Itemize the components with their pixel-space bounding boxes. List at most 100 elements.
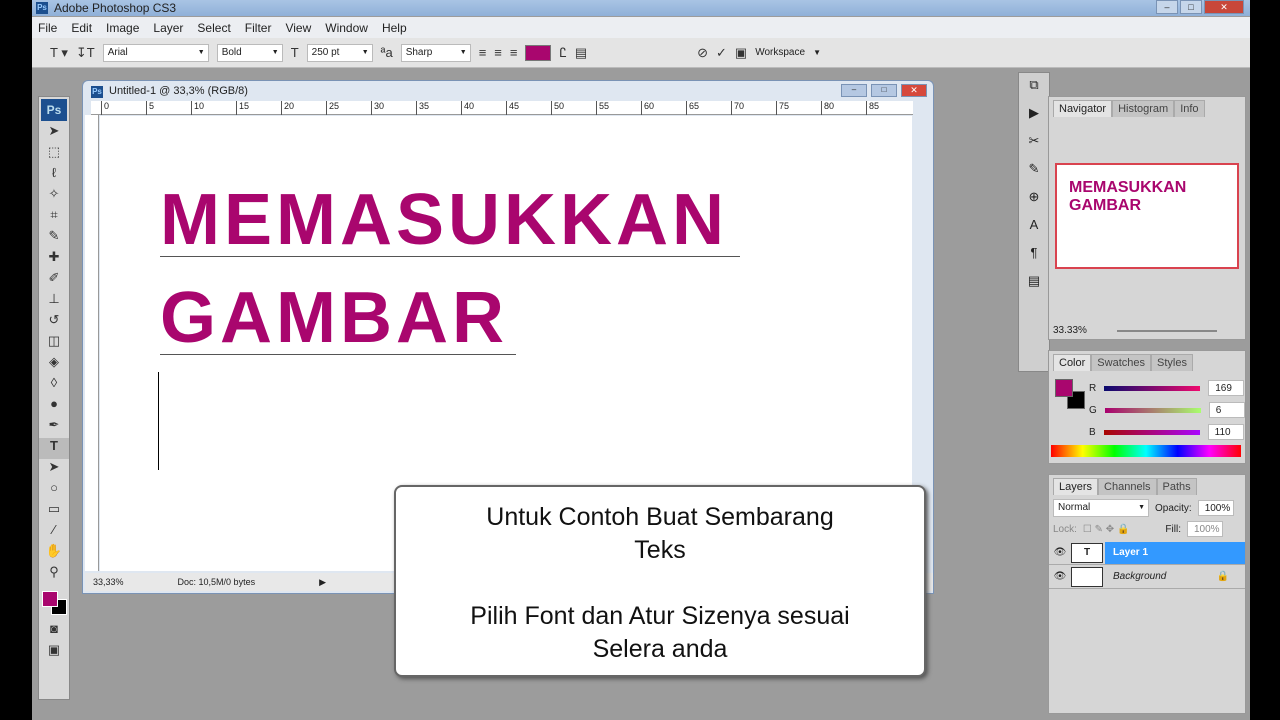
canvas-text-line1[interactable]: MEMASUKKAN — [160, 184, 740, 257]
menu-file[interactable]: File — [38, 21, 57, 35]
text-color-swatch[interactable] — [525, 44, 552, 61]
caption-line2: Pilih Font dan Atur Sizenya sesuai Seler… — [470, 602, 850, 663]
notes-tool-icon[interactable]: ▭ — [39, 501, 69, 522]
menu-select[interactable]: Select — [197, 21, 230, 35]
slice-tool-icon[interactable]: ✎ — [39, 228, 69, 249]
tab-channels[interactable]: Channels — [1098, 478, 1157, 495]
cancel-icon[interactable]: ⊘ — [697, 45, 708, 61]
marquee-tool-icon[interactable]: ⬚ — [39, 144, 69, 165]
character-panel-icon[interactable]: ▤ — [575, 45, 587, 61]
align-left-icon[interactable]: ≡ — [479, 45, 487, 60]
blue-slider[interactable] — [1103, 429, 1200, 435]
tool-presets-icon[interactable]: ✂ — [1019, 133, 1049, 157]
navigator-preview[interactable]: MEMASUKKAN GAMBAR — [1055, 163, 1239, 269]
toolbox: Ps ➤ ⬚ ℓ ✧ ⌗ ✎ ✚ ✐ ⊥ ↺ ◫ ◈ ◊ ● ✒ T ➤ ○ ▭… — [38, 96, 70, 700]
paragraph-icon[interactable]: ¶ — [1019, 245, 1049, 269]
eraser-tool-icon[interactable]: ◫ — [39, 333, 69, 354]
actions-icon[interactable]: ▶ — [1019, 105, 1049, 129]
color-spectrum[interactable] — [1051, 445, 1241, 457]
stamp-tool-icon[interactable]: ⊥ — [39, 291, 69, 312]
canvas-text-line2[interactable]: GAMBAR — [160, 282, 516, 355]
red-slider[interactable] — [1104, 385, 1201, 391]
hand-tool-icon[interactable]: ✋ — [39, 543, 69, 564]
navigator-zoom-slider[interactable] — [1116, 329, 1217, 332]
history-brush-icon[interactable]: ↺ — [39, 312, 69, 333]
tab-histogram[interactable]: Histogram — [1112, 100, 1175, 117]
menu-edit[interactable]: Edit — [71, 21, 92, 35]
character-icon[interactable]: A — [1019, 217, 1049, 241]
crop-tool-icon[interactable]: ⌗ — [39, 207, 69, 228]
text-tool-preset-icon[interactable]: T ▾ — [50, 45, 68, 61]
font-size-icon: T — [290, 45, 299, 60]
shape-tool-icon[interactable]: ○ — [39, 480, 69, 501]
red-value[interactable]: 169 — [1208, 380, 1245, 396]
status-menu-arrow-icon[interactable]: ▶ — [319, 577, 326, 588]
type-tool-icon[interactable]: T — [39, 438, 69, 459]
brushes-icon[interactable]: ✎ — [1019, 161, 1049, 185]
menu-image[interactable]: Image — [106, 21, 139, 35]
navigator-zoom[interactable]: 33.33% — [1053, 325, 1087, 336]
doc-maximize-button[interactable]: □ — [871, 84, 897, 97]
lasso-tool-icon[interactable]: ℓ — [39, 165, 69, 186]
tab-layers[interactable]: Layers — [1053, 478, 1099, 495]
eye-icon[interactable]: 👁 — [1049, 571, 1071, 582]
bridge-icon[interactable]: ▣ — [735, 45, 747, 61]
layer-comps-icon[interactable]: ▤ — [1019, 273, 1049, 297]
quick-mask-icon[interactable]: ◙ — [39, 621, 69, 642]
magic-wand-icon[interactable]: ✧ — [39, 186, 69, 207]
tab-swatches[interactable]: Swatches — [1091, 354, 1151, 371]
close-button[interactable]: ✕ — [1204, 0, 1244, 14]
doc-minimize-button[interactable]: – — [841, 84, 867, 97]
fill-value[interactable]: 100% — [1186, 521, 1223, 537]
font-family-select[interactable]: Arial — [102, 43, 209, 62]
opacity-value[interactable]: 100% — [1197, 500, 1234, 516]
tab-navigator[interactable]: Navigator — [1053, 100, 1113, 117]
vertical-ruler — [85, 115, 99, 571]
brush-tool-icon[interactable]: ✐ — [39, 270, 69, 291]
maximize-button[interactable]: □ — [1180, 0, 1202, 14]
menu-help[interactable]: Help — [382, 21, 407, 35]
dodge-tool-icon[interactable]: ● — [39, 396, 69, 417]
layer-row[interactable]: 👁 Background 🔒 — [1049, 565, 1245, 589]
text-orientation-icon[interactable]: ↧T — [76, 45, 95, 61]
font-size-select[interactable]: 250 pt — [306, 43, 373, 62]
blend-mode-select[interactable]: Normal — [1053, 499, 1149, 517]
font-style-select[interactable]: Bold — [216, 43, 283, 62]
antialias-select[interactable]: Sharp — [400, 43, 471, 62]
clone-source-icon[interactable]: ⊕ — [1019, 189, 1049, 213]
lock-icons[interactable]: ☐ ✎ ✥ 🔒 — [1083, 524, 1130, 535]
tab-color[interactable]: Color — [1053, 354, 1092, 371]
green-value[interactable]: 6 — [1208, 402, 1245, 418]
eye-icon[interactable]: 👁 — [1049, 547, 1071, 558]
blue-value[interactable]: 110 — [1207, 424, 1244, 440]
path-select-icon[interactable]: ➤ — [39, 459, 69, 480]
menu-view[interactable]: View — [285, 21, 311, 35]
paint-bucket-icon[interactable]: ◈ — [39, 354, 69, 375]
zoom-tool-icon[interactable]: ⚲ — [39, 564, 69, 585]
commit-check-icon[interactable]: ✓ — [716, 45, 727, 61]
tab-paths[interactable]: Paths — [1156, 478, 1197, 495]
history-icon[interactable]: ⧉ — [1019, 77, 1049, 101]
workspace-menu[interactable]: Workspace — [755, 47, 805, 58]
menu-window[interactable]: Window — [325, 21, 368, 35]
move-tool-icon[interactable]: ➤ — [39, 123, 69, 144]
menu-layer[interactable]: Layer — [153, 21, 183, 35]
ruler-tick: 10 — [191, 101, 204, 115]
color-swatches[interactable] — [39, 585, 69, 621]
align-right-icon[interactable]: ≡ — [510, 45, 518, 60]
healing-brush-icon[interactable]: ✚ — [39, 249, 69, 270]
green-slider[interactable] — [1104, 407, 1201, 413]
minimize-button[interactable]: – — [1156, 0, 1178, 14]
tab-info[interactable]: Info — [1174, 100, 1205, 117]
blur-tool-icon[interactable]: ◊ — [39, 375, 69, 396]
warp-text-icon[interactable]: Ꮭ — [559, 45, 566, 61]
eyedropper-icon[interactable]: ⁄ — [39, 522, 69, 543]
align-center-icon[interactable]: ≡ — [494, 45, 502, 60]
layer-row[interactable]: 👁 T Layer 1 — [1049, 541, 1245, 565]
pen-tool-icon[interactable]: ✒ — [39, 417, 69, 438]
tab-styles[interactable]: Styles — [1151, 354, 1193, 371]
doc-close-button[interactable]: ✕ — [901, 84, 927, 97]
zoom-level[interactable]: 33,33% — [93, 577, 124, 587]
screen-mode-icon[interactable]: ▣ — [39, 642, 69, 663]
menu-filter[interactable]: Filter — [245, 21, 272, 35]
